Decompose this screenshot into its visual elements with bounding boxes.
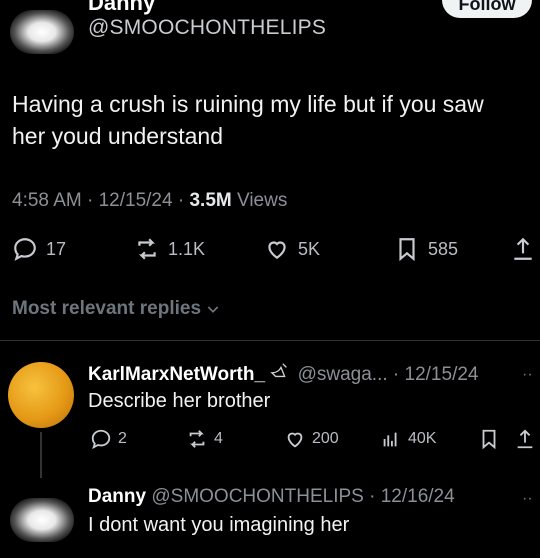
- reply-icon: [14, 238, 36, 261]
- repost-count: 1.1K: [168, 238, 206, 259]
- divider: [0, 340, 540, 341]
- reply-avatar[interactable]: [8, 362, 74, 428]
- reply2-handle-date[interactable]: @SMOOCHONTHELIPS · 12/16/24: [151, 486, 454, 507]
- tweet-time[interactable]: 4:58 AM: [12, 190, 82, 211]
- repost-icon: [138, 238, 156, 260]
- share-icon: [514, 237, 532, 260]
- reply2-header: Danny @SMOOCHONTHELIPS · 12/16/24: [88, 486, 455, 508]
- views-count: 3.5M: [189, 190, 232, 211]
- share-action[interactable]: [510, 236, 536, 262]
- tweet-text: Having a crush is ruining my life but if…: [12, 91, 484, 149]
- reply1-reply-count: 2: [118, 430, 127, 447]
- reply1-share-action[interactable]: [514, 428, 536, 450]
- reply1-bookmark-action[interactable]: [478, 428, 500, 450]
- more-icon[interactable]: ··: [522, 366, 533, 384]
- bookmark-icon: [482, 429, 496, 450]
- reply-author-name[interactable]: KarlMarxNetWorth_: [88, 364, 265, 385]
- reply1-repost-count: 4: [214, 430, 223, 447]
- reply2-avatar[interactable]: [10, 498, 74, 542]
- bird-badge-icon: [270, 363, 288, 378]
- share-icon: [517, 429, 533, 449]
- heart-icon: [268, 241, 286, 259]
- repost-icon: [189, 430, 205, 448]
- bookmark-icon: [399, 238, 415, 262]
- bookmark-count: 585: [428, 238, 459, 259]
- bookmark-action[interactable]: 585: [394, 236, 458, 262]
- reply-count: 17: [46, 238, 67, 259]
- reply-header: KarlMarxNetWorth_ @swaga... · 12/15/24: [88, 362, 478, 386]
- reply-text: Describe her brother: [88, 390, 271, 412]
- thread-line: [40, 432, 42, 478]
- tweet-meta: 4:58 AM · 12/15/24 · 3.5M Views: [12, 190, 288, 211]
- replies-sort-label: Most relevant replies: [12, 298, 202, 319]
- reply1-reply-action[interactable]: 2: [90, 428, 127, 450]
- reply1-views[interactable]: 40K: [380, 428, 436, 450]
- reply1-repost-action[interactable]: 4: [186, 428, 223, 450]
- tweet-date[interactable]: 12/15/24: [99, 190, 173, 211]
- replies-sort-dropdown[interactable]: Most relevant replies: [12, 298, 221, 320]
- author-handle[interactable]: @SMOOCHONTHELIPS: [88, 16, 326, 40]
- views-icon: [383, 432, 397, 447]
- reply2-author-name[interactable]: Danny: [88, 486, 146, 507]
- reply2-text: I dont want you imagining her: [88, 514, 350, 536]
- author-avatar[interactable]: [10, 10, 74, 54]
- reply-icon: [91, 429, 111, 450]
- more-icon[interactable]: ··: [522, 490, 533, 508]
- reply1-like-action[interactable]: 200: [284, 428, 339, 450]
- like-count: 5K: [298, 238, 321, 259]
- reply1-view-count: 40K: [408, 430, 437, 447]
- reply1-like-count: 200: [312, 430, 339, 447]
- chevron-down-icon: [207, 306, 219, 313]
- author-name[interactable]: Danny: [88, 0, 155, 16]
- repost-action[interactable]: 1.1K: [134, 236, 205, 262]
- like-action[interactable]: 5K: [264, 236, 320, 262]
- reply-action[interactable]: 17: [12, 236, 66, 262]
- follow-button[interactable]: Follow: [442, 0, 532, 18]
- heart-icon: [287, 432, 303, 448]
- views-label: Views: [237, 190, 288, 211]
- reply-handle-date[interactable]: @swaga... · 12/15/24: [298, 364, 479, 385]
